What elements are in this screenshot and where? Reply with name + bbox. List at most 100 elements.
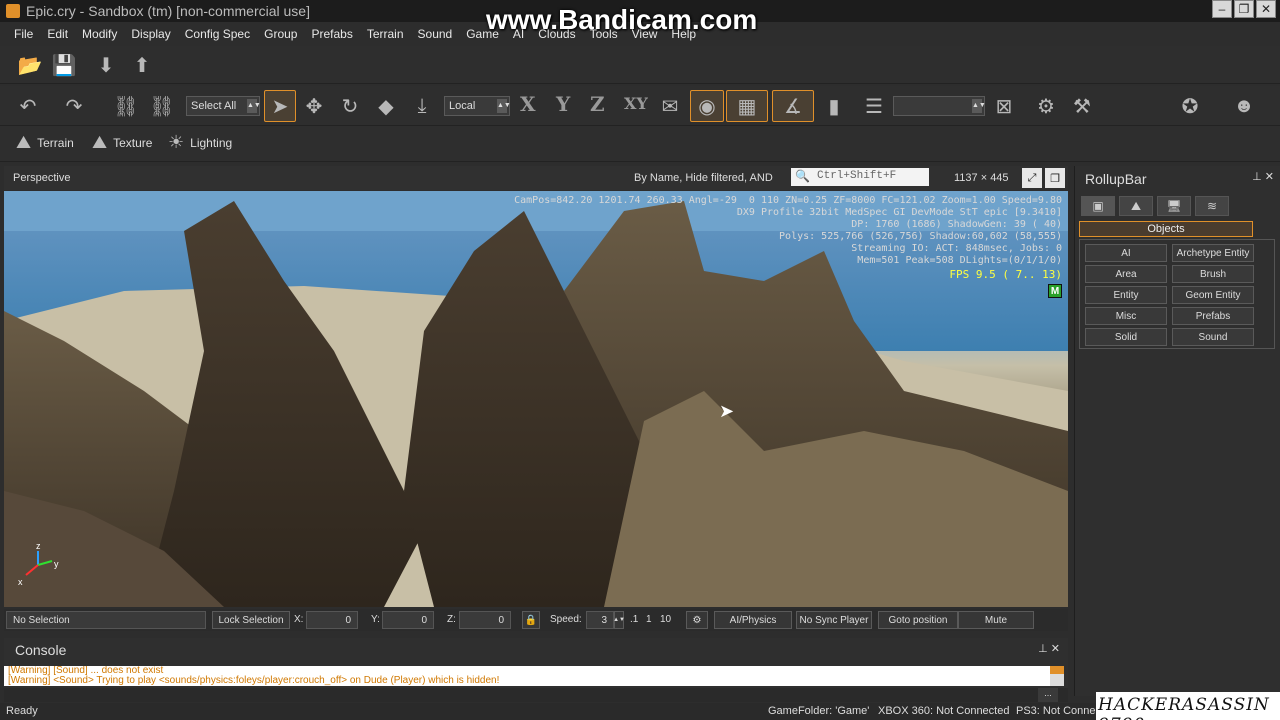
speed-preset-01[interactable]: .1 [630,614,638,625]
menu-view[interactable]: View [632,27,658,41]
physics-icon[interactable]: ⚙ [1032,92,1060,120]
menu-modify[interactable]: Modify [82,27,117,41]
viewport-camera-icon[interactable]: ⤢ [1022,168,1042,188]
viewport-maximize-icon[interactable]: ❐ [1045,168,1065,188]
object-button-archetype-entity[interactable]: Archetype Entity [1172,244,1254,262]
scroll-thumb[interactable] [1050,666,1064,674]
terrain-tool-button[interactable]: ⛰ Terrain [16,132,74,153]
lighting-tool-button[interactable]: ☀ Lighting [168,132,232,153]
named-selection-select[interactable]: ▲▼ [893,96,986,116]
object-button-ai[interactable]: AI [1085,244,1167,262]
console-pin-close-icon[interactable]: ⊥ ✕ [1038,642,1060,655]
perspective-viewport[interactable]: CamPos=842.20 1201.74 260.33 Angl=-29 0 … [4,191,1068,607]
object-button-solid[interactable]: Solid [1085,328,1167,346]
reset-physics-icon[interactable]: ⚒ [1068,92,1096,120]
menu-terrain[interactable]: Terrain [367,27,404,41]
speed-field[interactable]: 3 [586,611,614,629]
terrain-tab-icon[interactable]: ⛰ [1119,196,1153,216]
z-field[interactable]: 0 [459,611,511,629]
lock-selection-button[interactable]: Lock Selection [212,611,290,629]
material-editor-icon[interactable]: ✪ [1176,92,1204,120]
select-tool-icon[interactable]: ➤ [264,90,296,122]
select-objects-icon[interactable]: ☰ [860,92,888,120]
viewport-search-input[interactable]: 🔍 Ctrl+Shift+F [791,168,929,186]
object-button-sound[interactable]: Sound [1172,328,1254,346]
object-button-geom-entity[interactable]: Geom Entity [1172,286,1254,304]
maximize-button[interactable]: ❐ [1234,0,1254,18]
sync-player-button[interactable]: No Sync Player [796,611,872,629]
terrain-snap-icon[interactable]: ✉ [656,92,684,120]
rotate-tool-icon[interactable]: ↻ [336,92,364,120]
close-button[interactable]: ✕ [1256,0,1276,18]
menu-help[interactable]: Help [671,27,696,41]
angle-snap-icon[interactable]: ∡ [772,90,814,122]
menu-file[interactable]: File [14,27,33,41]
export-icon[interactable]: ⬇ [92,51,120,79]
ai-physics-button[interactable]: AI/Physics [714,611,792,629]
lock-icon[interactable]: 🔒 [522,611,540,629]
layers-tab-icon[interactable]: ≋ [1195,196,1229,216]
texture-tool-button[interactable]: ⛰ Texture [92,132,152,153]
menu-game[interactable]: Game [466,27,499,41]
menu-group[interactable]: Group [264,27,297,41]
display-tab-icon[interactable]: 🖥 [1157,196,1191,216]
redo-icon[interactable]: ↷ [60,92,88,120]
move-tool-icon[interactable]: ✥ [300,92,328,120]
x-field[interactable]: 0 [306,611,358,629]
menu-edit[interactable]: Edit [47,27,68,41]
menu-tools[interactable]: Tools [590,27,618,41]
speed-spinner-icon[interactable]: ▲▼ [613,611,625,629]
mute-button[interactable]: Mute [958,611,1034,629]
speed-preset-1[interactable]: 1 [646,614,652,625]
object-button-area[interactable]: Area [1085,265,1167,283]
undo-icon[interactable]: ↶ [14,92,42,120]
ruler-icon[interactable]: ▮ [820,92,848,120]
object-button-entity[interactable]: Entity [1085,286,1167,304]
open-folder-icon[interactable]: 📂 [16,51,44,79]
menu-ai[interactable]: AI [513,27,524,41]
selection-mask-value: Select All [191,100,237,112]
menu-sound[interactable]: Sound [418,27,453,41]
viewport-size: 1137 × 445 [954,172,1009,184]
objects-section-header[interactable]: Objects [1079,221,1253,237]
axis-xy-button[interactable]: XY [624,94,648,113]
sandbox-editor: Epic.cry - Sandbox (tm) [non-commercial … [0,0,1280,720]
viewport-label[interactable]: Perspective [13,172,70,184]
console-input[interactable] [4,688,1068,702]
object-button-brush[interactable]: Brush [1172,265,1254,283]
axis-x-button[interactable]: X [520,92,536,116]
axis-y-button[interactable]: Y [556,92,570,116]
menu-config-spec[interactable]: Config Spec [185,27,250,41]
object-snap-icon[interactable]: ◉ [690,90,724,122]
menu-display[interactable]: Display [131,27,170,41]
status-xbox: XBOX 360: Not Connected [878,705,1010,717]
object-button-prefabs[interactable]: Prefabs [1172,307,1254,325]
menu-prefabs[interactable]: Prefabs [311,27,352,41]
object-button-misc[interactable]: Misc [1085,307,1167,325]
objects-tab-icon[interactable]: ▣ [1081,196,1115,216]
goto-position-button[interactable]: Goto position [878,611,958,629]
scale-tool-icon[interactable]: ◆ [372,92,400,120]
coordinate-system-select[interactable]: Local ▲▼ [444,96,511,116]
speed-preset-10[interactable]: 10 [660,614,671,625]
link-icon[interactable]: ⛓ [112,92,140,120]
grid-snap-icon[interactable]: ▦ [726,90,768,122]
console-scrollbar[interactable] [1050,666,1064,686]
minimize-button[interactable]: ‒ [1212,0,1232,18]
menu-clouds[interactable]: Clouds [538,27,575,41]
mode-badge: M [1048,284,1062,298]
axis-z-button[interactable]: Z [590,92,605,116]
remove-selection-icon[interactable]: ⊠ [990,92,1018,120]
window-title: Epic.cry - Sandbox (tm) [non-commercial … [26,3,310,19]
console-output: [Warning] [Sound] ... does not exist [Wa… [4,666,1052,686]
unlink-icon[interactable]: ⛓ [148,92,176,120]
selection-mask-select[interactable]: Select All ▲▼ [186,96,261,116]
navigation-icon[interactable]: ⚙ [686,611,708,629]
y-field[interactable]: 0 [382,611,434,629]
rollup-pin-close-icon[interactable]: ⊥ ✕ [1252,170,1274,183]
character-editor-icon[interactable]: ☻ [1230,92,1258,120]
console-more-button[interactable]: ... [1038,688,1058,702]
align-tool-icon[interactable]: ⤓ [408,92,436,120]
save-icon[interactable]: 💾 [50,51,78,79]
import-icon[interactable]: ⬆ [128,51,156,79]
